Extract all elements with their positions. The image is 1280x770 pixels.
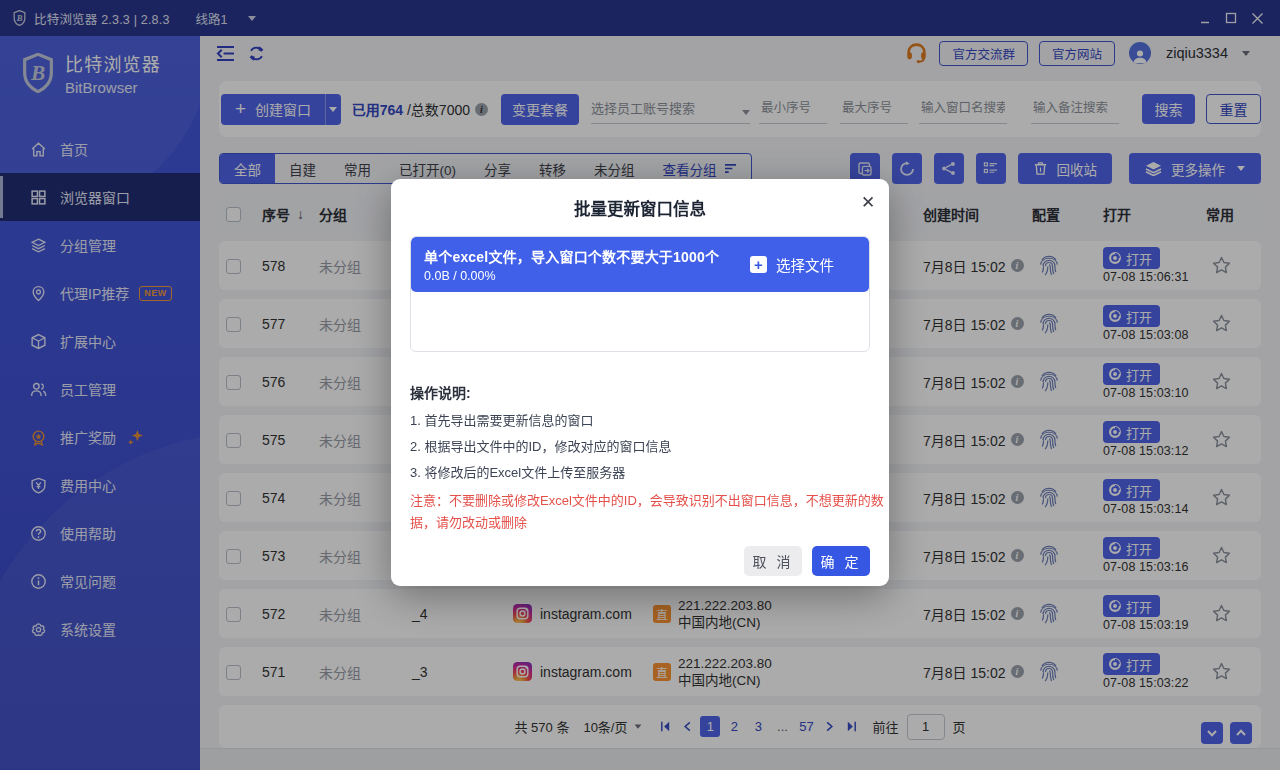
upload-title: 单个excel文件，导入窗口个数不要大于1000个 [424, 246, 750, 266]
close-modal-icon[interactable]: ✕ [859, 193, 877, 211]
instructions-title: 操作说明: [410, 382, 870, 402]
instruction-step: 2. 根据导出文件中的ID，修改对应的窗口信息 [410, 434, 870, 460]
batch-update-modal: 批量更新窗口信息 ✕ 单个excel文件，导入窗口个数不要大于1000个 0.0… [391, 179, 889, 586]
cancel-button[interactable]: 取 消 [744, 546, 802, 576]
instructions-steps: 1. 首先导出需要更新信息的窗口2. 根据导出文件中的ID，修改对应的窗口信息3… [410, 408, 870, 486]
modal-title: 批量更新窗口信息 [410, 179, 870, 220]
warning-text: 注意：不要删除或修改Excel文件中的ID，会导致识别不出窗口信息，不想更新的数… [410, 490, 889, 533]
upload-header: 单个excel文件，导入窗口个数不要大于1000个 0.0B / 0.00% +… [411, 237, 869, 292]
choose-file-button[interactable]: + 选择文件 [750, 254, 834, 275]
upload-progress: 0.0B / 0.00% [424, 269, 750, 283]
instruction-step: 1. 首先导出需要更新信息的窗口 [410, 408, 870, 434]
confirm-button[interactable]: 确 定 [812, 546, 870, 576]
upload-box: 单个excel文件，导入窗口个数不要大于1000个 0.0B / 0.00% +… [410, 236, 870, 352]
add-file-icon: + [750, 256, 767, 273]
instruction-step: 3. 将修改后的Excel文件上传至服务器 [410, 460, 870, 486]
